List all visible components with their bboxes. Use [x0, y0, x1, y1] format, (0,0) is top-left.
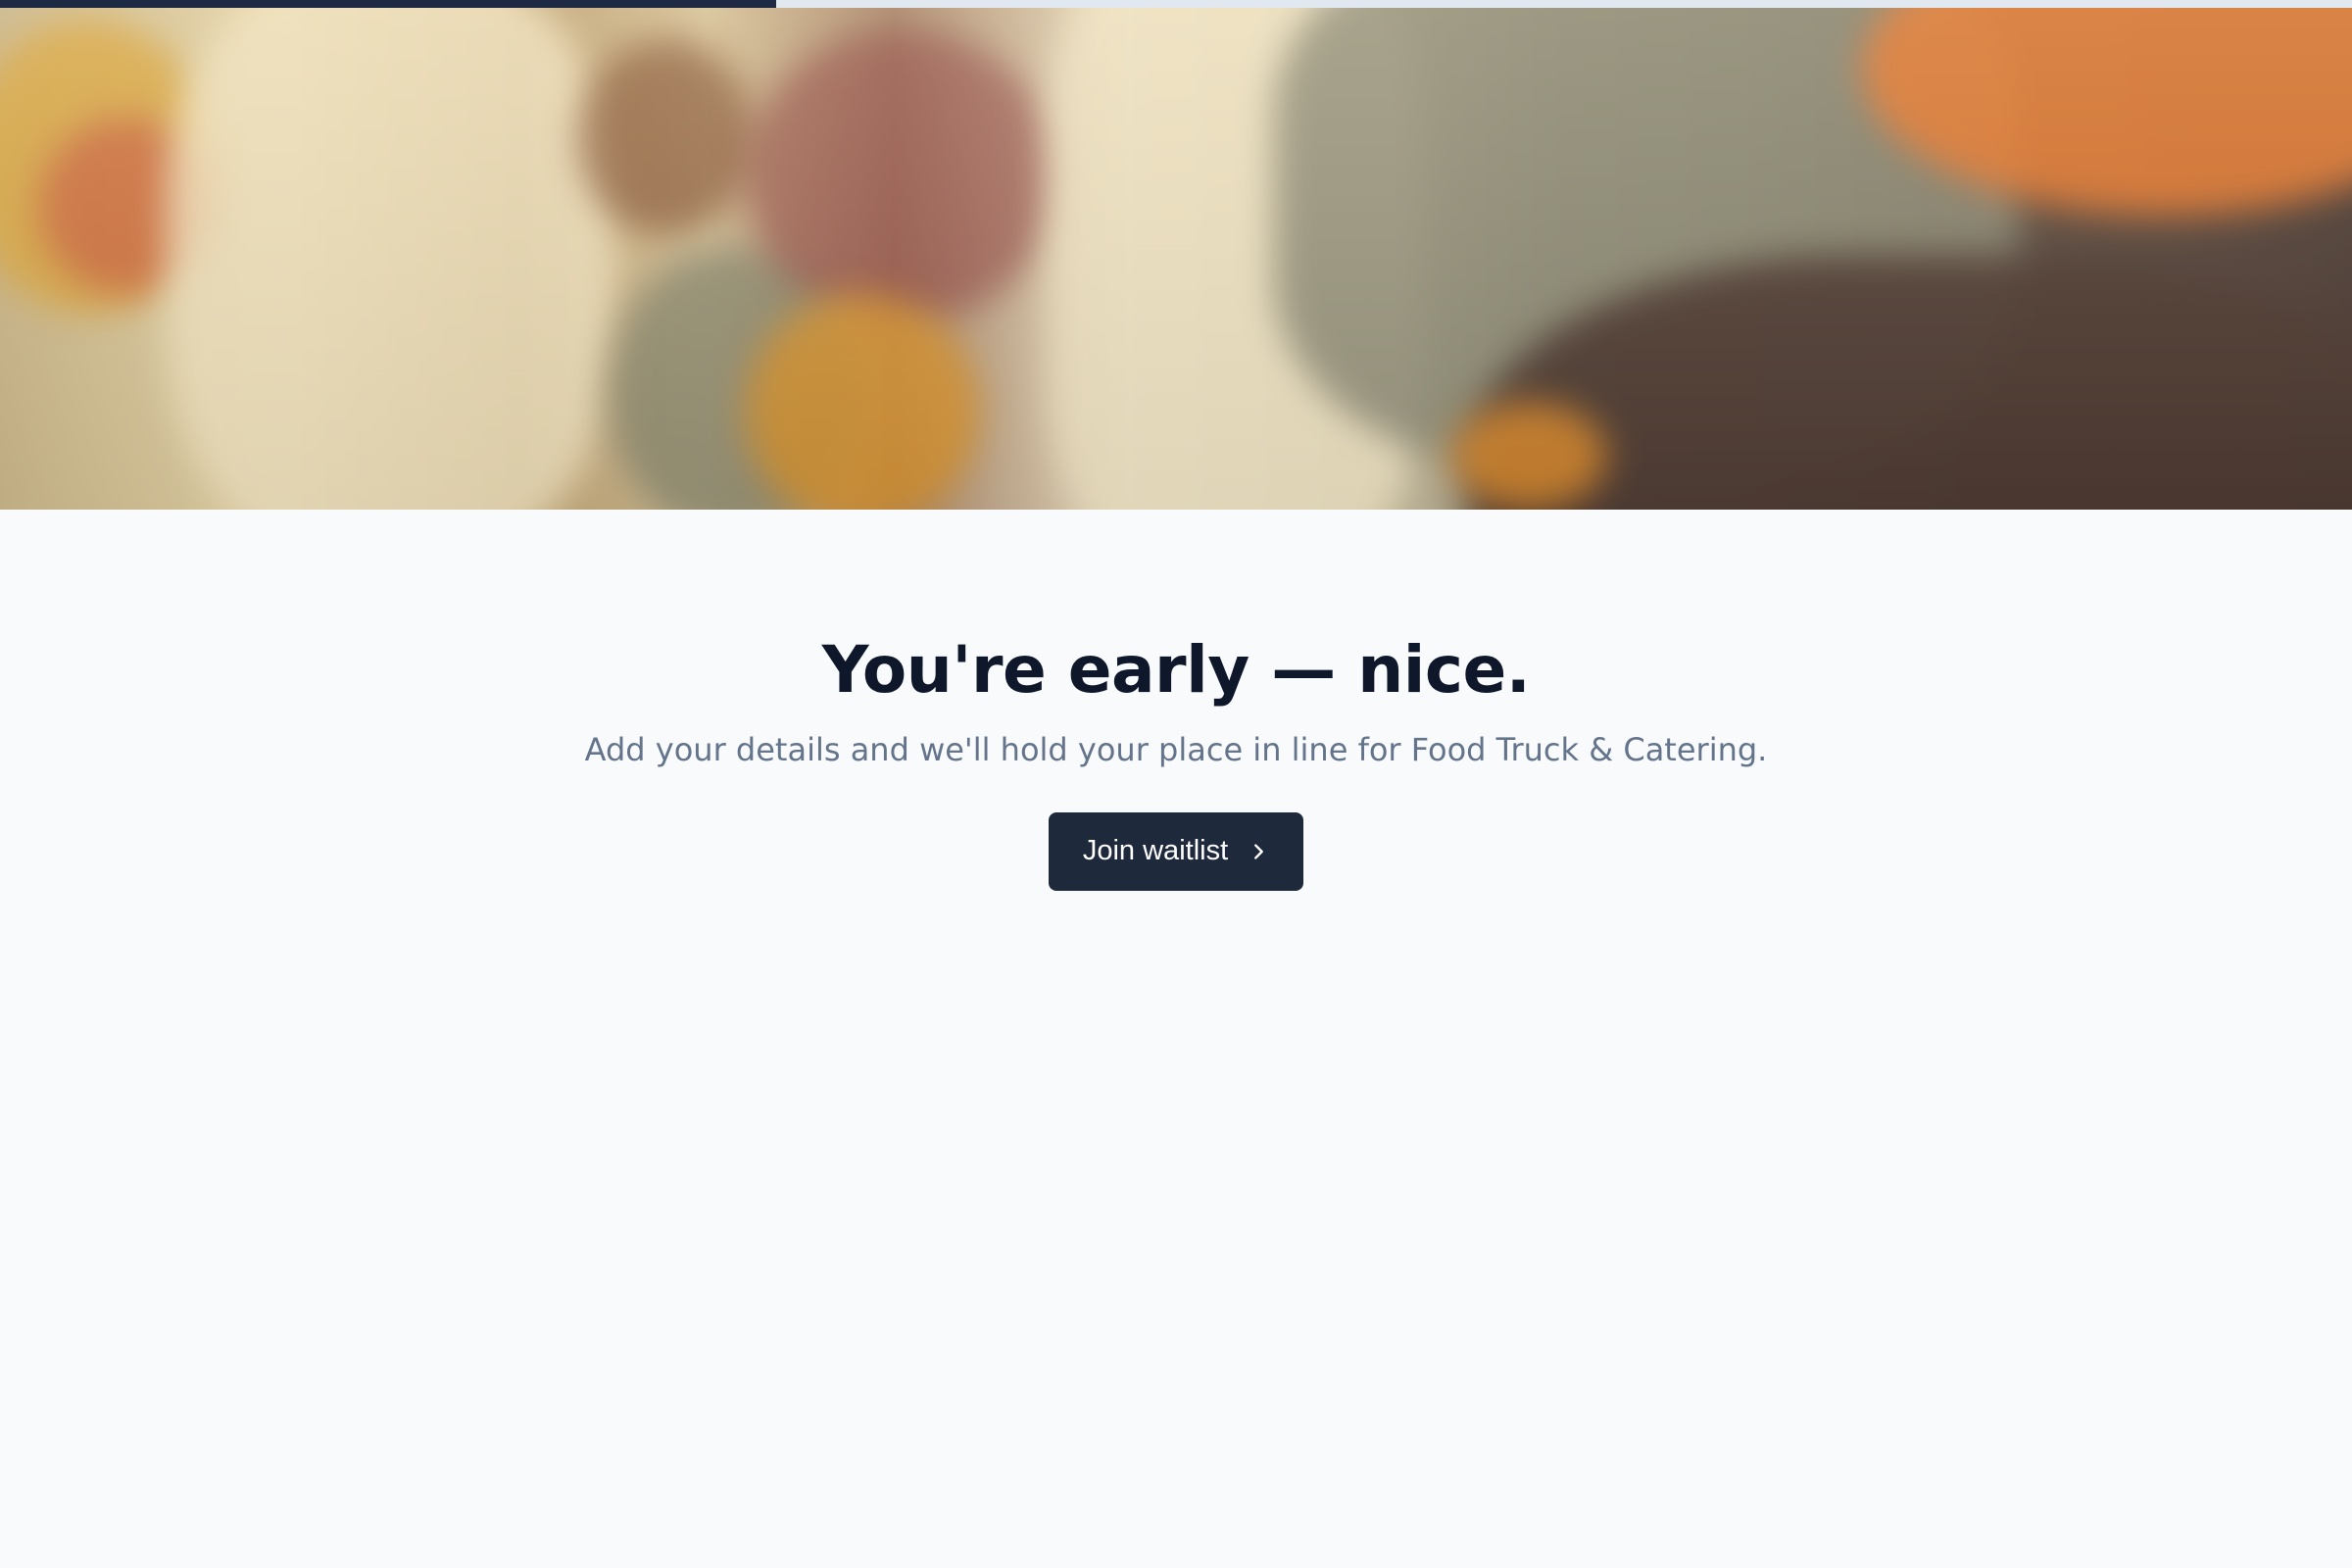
hero-image	[0, 0, 2352, 510]
progress-bar-fill	[0, 0, 776, 8]
page-title: You're early — nice.	[821, 632, 1531, 708]
progress-bar	[0, 0, 2352, 8]
join-waitlist-button[interactable]: Join waitlist	[1049, 811, 1303, 891]
page-subtitle: Add your details and we'll hold your pla…	[584, 731, 1768, 769]
join-waitlist-label: Join waitlist	[1082, 835, 1229, 867]
page: You're early — nice. Add your details an…	[0, 0, 2352, 1568]
main-content: You're early — nice. Add your details an…	[0, 510, 2352, 891]
chevron-right-icon	[1254, 844, 1263, 859]
